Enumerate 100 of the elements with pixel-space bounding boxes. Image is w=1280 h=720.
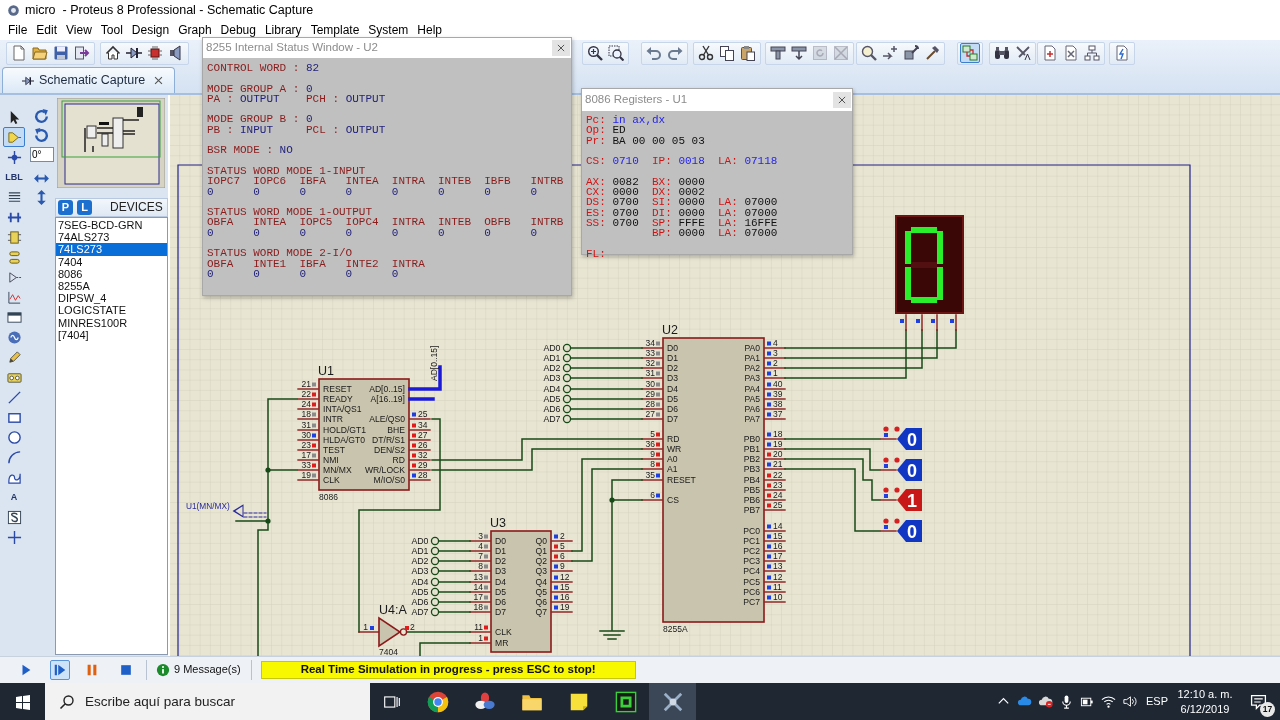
chip-icon: [147, 45, 163, 61]
chip-body[interactable]: [662, 337, 765, 623]
pin-number: 25: [418, 409, 428, 420]
rotate-cw-icon[interactable]: [33, 108, 50, 125]
clock-time[interactable]: 12:10 a. m.: [1177, 686, 1233, 702]
pin-number: 1: [773, 368, 778, 379]
close-button[interactable]: [552, 40, 570, 56]
menu-item[interactable]: Help: [417, 22, 443, 38]
copy-button[interactable]: [717, 43, 737, 63]
block-move-button[interactable]: [789, 43, 809, 63]
import-button[interactable]: [72, 43, 92, 63]
pin-label: D7: [667, 414, 678, 425]
register-value: BA 00 00 05 03: [612, 135, 705, 146]
pin-label: D1: [495, 546, 506, 557]
pin-label: Q2: [535, 556, 547, 567]
notification-button[interactable]: 17: [1236, 683, 1280, 720]
status-label: PCL :: [306, 124, 340, 136]
wrench-button[interactable]: [901, 43, 921, 63]
logic-state-toggle[interactable]: 0: [897, 428, 922, 450]
device-mode-button[interactable]: P: [58, 200, 73, 215]
device-item[interactable]: [7404]: [56, 328, 167, 341]
device-item[interactable]: 7SEG-BCD-GRN: [56, 219, 167, 232]
pin-label: RESET: [667, 475, 696, 486]
menu-item[interactable]: Graph: [178, 22, 212, 38]
pin-number: 24: [301, 399, 311, 410]
device-item[interactable]: 8255A: [56, 279, 167, 293]
device-item[interactable]: LOGICSTATE: [56, 304, 167, 317]
device-list[interactable]: 7SEG-BCD-GRN 74ALS273 74LS273 7404 8086 8255A DIPSW_4 LOGICSTATE MINRES100R [7404]: [55, 217, 168, 655]
volume-icon[interactable]: [1122, 694, 1137, 709]
pin-number: 33: [301, 460, 311, 471]
device-item[interactable]: DIPSW_4: [56, 292, 167, 305]
close-button[interactable]: [833, 92, 851, 108]
pin-number: 20: [773, 449, 783, 460]
magnifier-button[interactable]: [859, 43, 879, 63]
status-flag-name: IOPC7: [207, 176, 241, 187]
logic-state-toggle[interactable]: 0: [897, 459, 922, 481]
hierarchy-button[interactable]: [1082, 43, 1102, 63]
pin-number: 2: [773, 358, 778, 369]
status-flag-value: 0: [484, 186, 492, 197]
register-value: 0700: [612, 207, 639, 218]
menu-item[interactable]: View: [66, 22, 92, 38]
pin-label: D6: [495, 597, 506, 608]
register-name: BX:: [652, 176, 672, 188]
menu-item[interactable]: Design: [131, 22, 170, 38]
microphone-icon[interactable]: [1059, 694, 1074, 709]
overview-drawing[interactable]: [57, 98, 165, 188]
logic-state-toggle[interactable]: 0: [897, 520, 922, 542]
status-flag-value: 0: [253, 268, 261, 280]
step-button[interactable]: [50, 660, 70, 680]
text-tool-button[interactable]: LBL: [3, 167, 25, 187]
rotate-ccw-icon[interactable]: [33, 127, 50, 144]
pin-number: 27: [418, 430, 428, 441]
text-tool-button[interactable]: A: [3, 487, 25, 507]
status-value: NO: [279, 145, 293, 156]
clock-date[interactable]: 6/12/2019: [1180, 701, 1230, 717]
close-icon: [152, 75, 164, 86]
chip-body[interactable]: [490, 530, 552, 653]
pin-number: 27: [645, 409, 655, 420]
wifi-icon[interactable]: [1101, 694, 1116, 709]
cut-button[interactable]: [696, 43, 716, 63]
block-copy-button[interactable]: [768, 43, 788, 63]
device-item[interactable]: MINRES100R: [56, 316, 167, 329]
menu-item[interactable]: Debug: [220, 22, 256, 38]
device-item[interactable]: 7404: [56, 255, 167, 268]
terminal-label: AD7: [543, 414, 561, 425]
tools-button[interactable]: [1013, 43, 1033, 63]
logic-state-toggle[interactable]: 1: [897, 489, 922, 511]
gate-part-label: 7404: [379, 647, 398, 656]
menu-item[interactable]: System: [368, 22, 409, 38]
zoom-area-button[interactable]: [606, 43, 626, 63]
messages-count[interactable]: 9 Message(s): [174, 663, 241, 677]
zoom-in-button[interactable]: [585, 43, 605, 63]
register-value: 07000: [744, 207, 778, 218]
cloud-alert-icon[interactable]: [1038, 694, 1053, 709]
status-value: INPUT: [240, 124, 273, 136]
terminal-icon: [562, 404, 572, 414]
menu-item[interactable]: Library: [264, 22, 302, 38]
status-heading: STATUS WORD MODE 1-INPUT: [207, 165, 366, 177]
menu-item[interactable]: File: [8, 22, 28, 38]
pin-label: PC2: [743, 546, 760, 557]
menu-item[interactable]: Edit: [36, 22, 58, 38]
menu-item[interactable]: Template: [310, 22, 360, 38]
search-box[interactable]: Escribe aquí para buscar: [45, 683, 370, 720]
pin-number: 19: [773, 439, 783, 450]
paste-button[interactable]: [738, 43, 758, 63]
menu-item[interactable]: Tool: [100, 22, 123, 38]
device-item[interactable]: 74ALS273: [56, 231, 167, 244]
pin-label: Q3: [535, 566, 547, 577]
cross-icon: [661, 690, 684, 713]
chip-button[interactable]: [145, 43, 165, 63]
home-button[interactable]: [103, 43, 123, 63]
pin-number: 18: [773, 429, 783, 440]
document-tab[interactable]: Schematic Capture: [2, 67, 176, 93]
search-field[interactable]: Escribe aquí para buscar: [85, 692, 255, 711]
rotation-angle-field[interactable]: 0°: [30, 147, 54, 162]
device-item[interactable]: 8086: [56, 267, 167, 280]
device-mode-button[interactable]: L: [77, 200, 92, 215]
chip-body[interactable]: [318, 378, 410, 491]
device-item[interactable]: 74LS273: [56, 243, 167, 256]
language-indicator[interactable]: ESP: [1146, 694, 1168, 709]
